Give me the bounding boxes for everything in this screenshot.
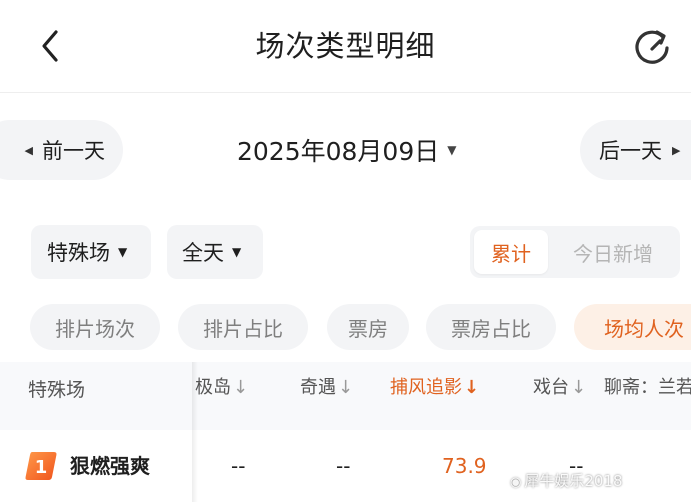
rank-badge: 1 <box>25 452 57 480</box>
refresh-button[interactable] <box>630 25 674 69</box>
table-cell: 73.9 <box>442 454 487 478</box>
triangle-right-icon: ▶ <box>672 143 681 157</box>
first-column-header: 特殊场 <box>28 379 86 401</box>
column-header-bufengzhuiying[interactable]: 捕风追影 ↓ <box>390 374 479 402</box>
sort-arrow-icon: ↓ <box>233 377 249 398</box>
tab-box-office[interactable]: 票房 <box>327 304 409 350</box>
header-divider <box>0 92 691 93</box>
screening-type-value: 特殊场 <box>47 241 110 265</box>
cumulative-toggle-option[interactable]: 累计 <box>474 230 548 274</box>
date-selector[interactable]: 2025年08月09日 ▼ <box>237 128 456 172</box>
rank-number: 1 <box>35 457 48 478</box>
row-name: 狠燃强爽 <box>70 454 150 478</box>
tab-avg-attendance[interactable]: 场均人次 <box>574 304 691 350</box>
refresh-icon <box>635 30 669 64</box>
prev-day-label: 前一天 <box>42 139 105 163</box>
page-title: 场次类型明细 <box>255 29 436 63</box>
table-cell: -- <box>231 454 246 478</box>
tab-screening-share[interactable]: 排片占比 <box>178 304 308 350</box>
sort-arrow-icon: ↓ <box>571 377 587 398</box>
today-new-toggle-option[interactable]: 今日新增 <box>552 230 674 274</box>
caret-down-icon: ▼ <box>232 245 242 259</box>
caret-down-icon: ▼ <box>447 143 457 157</box>
tab-box-office-share[interactable]: 票房占比 <box>426 304 556 350</box>
next-day-label: 后一天 <box>599 139 662 163</box>
time-range-value: 全天 <box>182 241 224 265</box>
date-label: 2025年08月09日 <box>237 137 440 166</box>
column-header-label: 捕风追影 <box>390 377 462 398</box>
column-header-qiyu[interactable]: 奇遇 ↓ <box>300 374 353 402</box>
triangle-left-icon: ◀ <box>24 143 33 157</box>
column-header-jidao[interactable]: 极岛 ↓ <box>195 374 248 402</box>
time-range-dropdown[interactable]: 全天 ▼ <box>167 225 263 279</box>
column-header-label: 戏台 <box>533 377 569 398</box>
table-cell: -- <box>336 454 351 478</box>
watermark-text: 犀牛娱乐2018 <box>524 472 623 490</box>
column-header-label: 极岛 <box>195 377 231 398</box>
next-day-button[interactable]: 后一天 ▶ <box>580 120 691 180</box>
column-header-label: 奇遇 <box>300 377 336 398</box>
sort-arrow-icon: ↓ <box>464 377 480 398</box>
column-header-liaozhai[interactable]: 聊斋：兰若 <box>604 374 691 402</box>
sticky-column-shadow <box>192 362 198 502</box>
weibo-logo-icon: ◉ <box>510 475 522 490</box>
sort-arrow-icon: ↓ <box>338 377 354 398</box>
column-header-xitai[interactable]: 戏台 ↓ <box>533 374 586 402</box>
screening-type-dropdown[interactable]: 特殊场 ▼ <box>31 225 151 279</box>
tab-screening-count[interactable]: 排片场次 <box>30 304 160 350</box>
caret-down-icon: ▼ <box>118 245 128 259</box>
prev-day-button[interactable]: ◀ 前一天 <box>0 120 123 180</box>
watermark: ◉ 犀牛娱乐2018 <box>510 470 623 491</box>
